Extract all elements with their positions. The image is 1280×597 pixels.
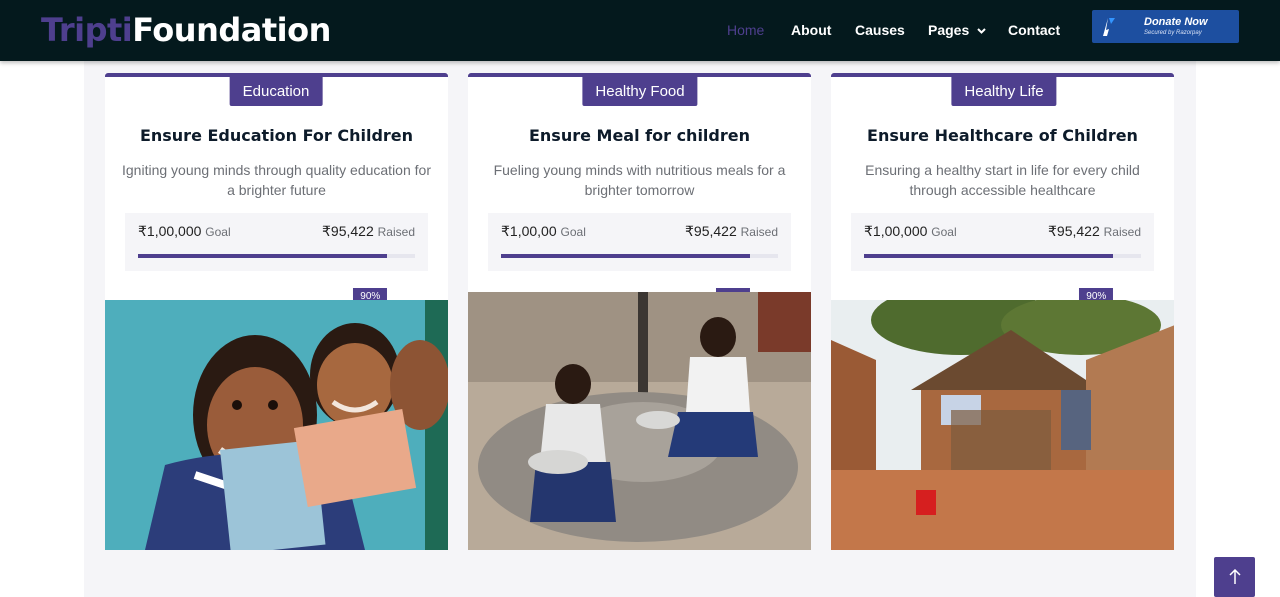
- raised-value: ₹95,422: [322, 223, 374, 239]
- brand-name-part2: Foundation: [132, 11, 331, 49]
- goal-value: ₹1,00,00: [501, 223, 557, 239]
- cause-card-healthy-life[interactable]: Healthy Life Ensure Healthcare of Childr…: [831, 73, 1174, 550]
- goal-label: Goal: [205, 225, 231, 239]
- arrow-up-icon: [1228, 569, 1241, 584]
- goal-amount: ₹1,00,00 Goal: [501, 223, 586, 240]
- navbar: TriptiFoundation Home About Causes Pages…: [0, 0, 1280, 61]
- nav-item-about[interactable]: About: [791, 20, 831, 40]
- category-badge[interactable]: Healthy Food: [582, 77, 698, 106]
- raised-label: Raised: [377, 225, 415, 239]
- chevron-down-icon: [977, 28, 986, 34]
- cause-card-healthy-food[interactable]: Healthy Food Ensure Meal for children Fu…: [468, 73, 811, 550]
- children-smiling-holding-books-photo: [105, 300, 448, 550]
- back-to-top-button[interactable]: [1214, 557, 1255, 597]
- village-mud-houses-photo: [831, 300, 1174, 550]
- cause-description: Ensuring a healthy start in life for eve…: [865, 162, 1140, 198]
- nav-item-home[interactable]: Home: [727, 20, 764, 40]
- raised-value: ₹95,422: [1048, 223, 1100, 239]
- category-badge[interactable]: Healthy Life: [951, 77, 1057, 106]
- progress-track: 90%: [138, 254, 415, 305]
- brand-name-part1: Tripti: [41, 11, 133, 49]
- raised-amount: ₹95,422 Raised: [685, 223, 778, 240]
- razorpay-logo-icon: [1092, 10, 1122, 43]
- goal-amount: ₹1,00,000 Goal: [138, 223, 231, 240]
- nav-item-pages[interactable]: Pages: [928, 20, 986, 40]
- raised-label: Raised: [740, 225, 778, 239]
- raised-amount: ₹95,422 Raised: [1048, 223, 1141, 240]
- children-eating-meals-photo: [468, 292, 811, 550]
- cause-description: Fueling young minds with nutritious meal…: [493, 162, 786, 198]
- progress-fill: [864, 254, 1114, 258]
- goal-label: Goal: [560, 225, 586, 239]
- raised-amount: ₹95,422 Raised: [322, 223, 415, 240]
- donate-sublabel: Secured by Razorpay: [1144, 30, 1202, 36]
- nav-item-pages-label: Pages: [928, 22, 970, 38]
- raised-label: Raised: [1103, 225, 1141, 239]
- raised-value: ₹95,422: [685, 223, 737, 239]
- donate-label: Donate Now: [1144, 16, 1208, 28]
- cause-title[interactable]: Ensure Meal for children: [468, 126, 811, 145]
- cause-description: Igniting young minds through quality edu…: [122, 162, 431, 198]
- brand-logo[interactable]: TriptiFoundation: [41, 10, 331, 50]
- goal-value: ₹1,00,000: [138, 223, 202, 239]
- donation-progress: ₹1,00,000 Goal ₹95,422 Raised 90%: [851, 213, 1154, 305]
- nav-item-contact[interactable]: Contact: [1008, 20, 1060, 40]
- goal-value: ₹1,00,000: [864, 223, 928, 239]
- donate-now-button[interactable]: Donate Now Secured by Razorpay: [1092, 10, 1239, 43]
- donation-progress: ₹1,00,00 Goal ₹95,422 Raised 90%: [488, 213, 791, 305]
- progress-track: 90%: [864, 254, 1141, 305]
- nav-item-causes[interactable]: Causes: [855, 20, 905, 40]
- cause-card-education[interactable]: Education Ensure Education For Children …: [105, 73, 448, 550]
- cause-title[interactable]: Ensure Education For Children: [105, 126, 448, 145]
- category-badge[interactable]: Education: [229, 77, 323, 106]
- progress-fill: [138, 254, 388, 258]
- goal-label: Goal: [931, 225, 957, 239]
- goal-amount: ₹1,00,000 Goal: [864, 223, 957, 240]
- cause-title[interactable]: Ensure Healthcare of Children: [831, 126, 1174, 145]
- progress-track: 90%: [501, 254, 778, 305]
- progress-fill: [501, 254, 751, 258]
- donation-progress: ₹1,00,000 Goal ₹95,422 Raised 90%: [125, 213, 428, 305]
